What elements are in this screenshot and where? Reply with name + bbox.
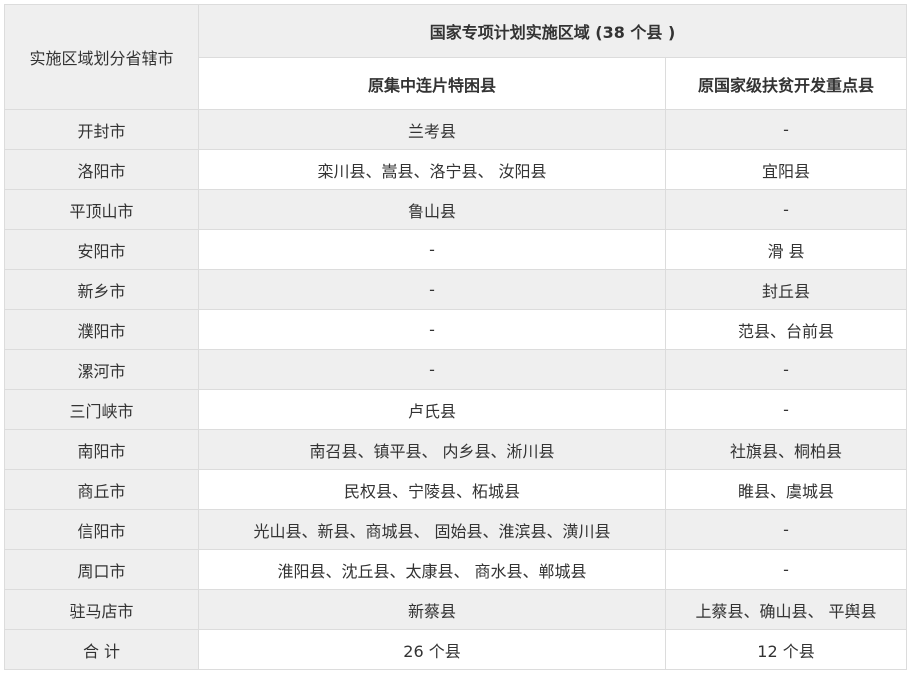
contiguous-cell: 光山县、新县、商城县、 固始县、淮滨县、潢川县	[198, 509, 666, 550]
key-county-cell: 范县、台前县	[664, 309, 908, 350]
city-cell: 平顶山市	[4, 189, 199, 230]
key-county-cell: 滑 县	[664, 229, 908, 270]
key-county-cell: 宜阳县	[664, 149, 908, 190]
key-county-cell: -	[664, 349, 908, 390]
city-cell: 新乡市	[4, 269, 199, 310]
key-county-cell: 封丘县	[664, 269, 908, 310]
city-cell: 商丘市	[4, 469, 199, 510]
contiguous-cell: 淮阳县、沈丘县、太康县、 商水县、郸城县	[198, 549, 666, 590]
corner-header: 实施区域划分省辖市	[4, 4, 199, 110]
contiguous-cell: 南召县、镇平县、 内乡县、淅川县	[198, 429, 666, 470]
contiguous-cell: -	[198, 229, 666, 270]
table-row: 新乡市 - 封丘县	[4, 269, 908, 310]
contiguous-cell: 新蔡县	[198, 589, 666, 630]
contiguous-cell: 兰考县	[198, 109, 666, 150]
contiguous-cell: -	[198, 349, 666, 390]
city-cell: 三门峡市	[4, 389, 199, 430]
table-row: 安阳市 - 滑 县	[4, 229, 908, 270]
table-row: 漯河市 - -	[4, 349, 908, 390]
table-row: 驻马店市 新蔡县 上蔡县、确山县、 平舆县	[4, 589, 908, 630]
table-row: 平顶山市 鲁山县 -	[4, 189, 908, 230]
table-row: 信阳市 光山县、新县、商城县、 固始县、淮滨县、潢川县 -	[4, 509, 908, 550]
city-cell: 濮阳市	[4, 309, 199, 350]
total-row: 合 计 26 个县 12 个县	[4, 629, 908, 670]
city-cell: 开封市	[4, 109, 199, 150]
total-key-county-cell: 12 个县	[664, 629, 908, 670]
key-county-cell: -	[664, 389, 908, 430]
table-row: 濮阳市 - 范县、台前县	[4, 309, 908, 350]
contiguous-cell: 卢氏县	[198, 389, 666, 430]
table-row: 洛阳市 栾川县、嵩县、洛宁县、 汝阳县 宜阳县	[4, 149, 908, 190]
city-cell: 驻马店市	[4, 589, 199, 630]
key-county-cell: 睢县、虞城县	[664, 469, 908, 510]
table-row: 开封市 兰考县 -	[4, 109, 908, 150]
table-container: 实施区域划分省辖市 国家专项计划实施区域 (38 个县 ) 原集中连片特困县 原…	[4, 4, 908, 670]
contiguous-cell: 栾川县、嵩县、洛宁县、 汝阳县	[198, 149, 666, 190]
table-row: 商丘市 民权县、宁陵县、柘城县 睢县、虞城县	[4, 469, 908, 510]
city-cell: 漯河市	[4, 349, 199, 390]
total-label-cell: 合 计	[4, 629, 199, 670]
key-county-cell: -	[664, 549, 908, 590]
key-county-cell: 社旗县、桐柏县	[664, 429, 908, 470]
table-row: 南阳市 南召县、镇平县、 内乡县、淅川县 社旗县、桐柏县	[4, 429, 908, 470]
total-contiguous-cell: 26 个县	[198, 629, 666, 670]
key-county-cell: -	[664, 189, 908, 230]
contiguous-cell: 民权县、宁陵县、柘城县	[198, 469, 666, 510]
city-cell: 周口市	[4, 549, 199, 590]
city-cell: 南阳市	[4, 429, 199, 470]
city-cell: 安阳市	[4, 229, 199, 270]
key-county-cell: 上蔡县、确山县、 平舆县	[664, 589, 908, 630]
key-county-cell: -	[664, 109, 908, 150]
group-header: 国家专项计划实施区域 (38 个县 )	[197, 4, 908, 58]
city-cell: 信阳市	[4, 509, 199, 550]
implementation-region-table: 实施区域划分省辖市 国家专项计划实施区域 (38 个县 ) 原集中连片特困县 原…	[4, 4, 908, 670]
table-row: 周口市 淮阳县、沈丘县、太康县、 商水县、郸城县 -	[4, 549, 908, 590]
city-cell: 洛阳市	[4, 149, 199, 190]
header-contiguous-poor-counties: 原集中连片特困县	[198, 57, 666, 110]
header-key-poverty-counties: 原国家级扶贫开发重点县	[664, 57, 908, 110]
key-county-cell: -	[664, 509, 908, 550]
contiguous-cell: -	[198, 269, 666, 310]
contiguous-cell: 鲁山县	[198, 189, 666, 230]
table-row: 三门峡市 卢氏县 -	[4, 389, 908, 430]
contiguous-cell: -	[198, 309, 666, 350]
